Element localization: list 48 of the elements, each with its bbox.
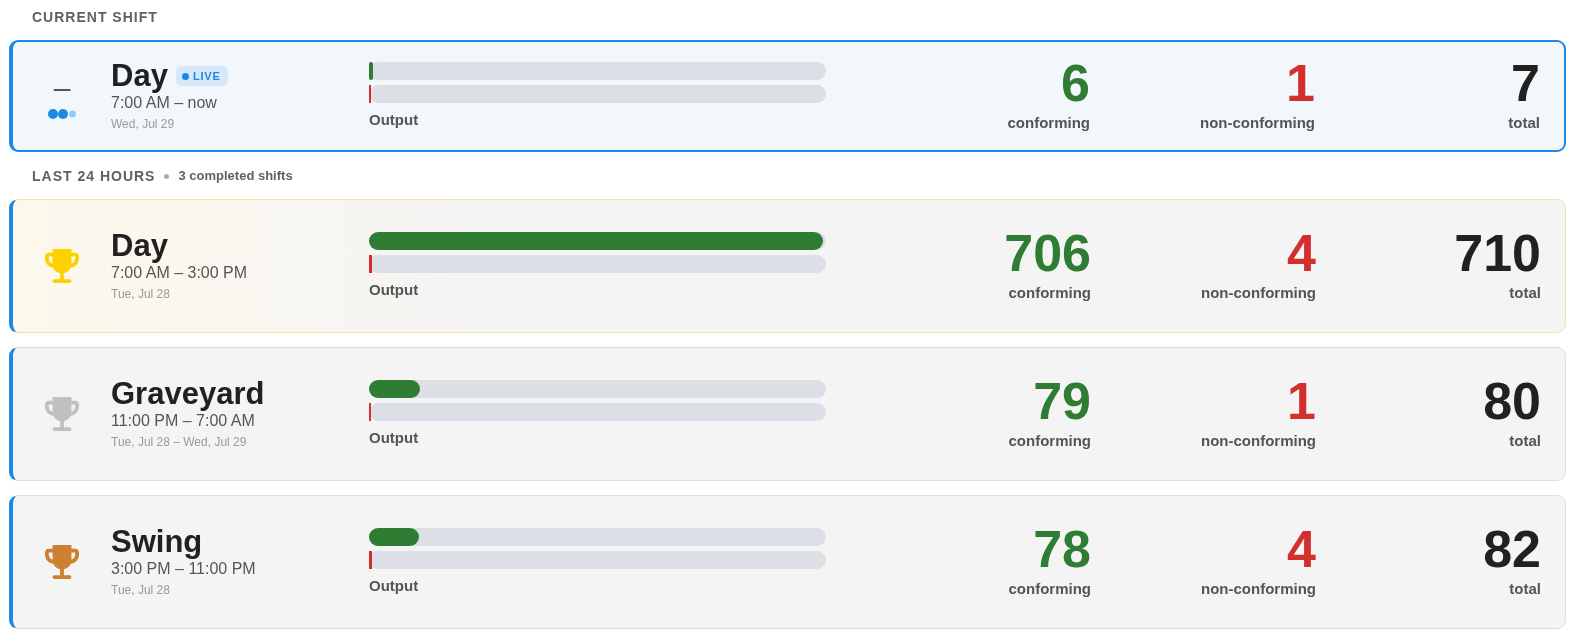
stat-label: conforming: [1007, 431, 1091, 451]
separator-dot-icon: [164, 173, 170, 179]
stat-label: non-conforming: [1199, 113, 1315, 133]
shift-date: Tue, Jul 28: [111, 286, 171, 303]
shift-date: Tue, Jul 28: [111, 582, 171, 599]
stat-label: total: [1508, 431, 1541, 451]
live-badge: LIVE: [175, 66, 228, 86]
shift-time: 7:00 AM – 3:00 PM: [111, 263, 249, 283]
stat-value: 80: [1482, 377, 1541, 425]
section-subtitle: 3 completed shifts: [178, 167, 293, 185]
stat-label: conforming: [1007, 579, 1091, 599]
shift-time: 3:00 PM – 11:00 PM: [111, 559, 257, 579]
shift-date: Tue, Jul 28 – Wed, Jul 29: [111, 434, 248, 451]
shift-time: 7:00 AM – now: [111, 93, 218, 113]
stat-value: 7: [1510, 59, 1540, 107]
shift-name: Day: [111, 229, 168, 263]
stat-label: total: [1508, 283, 1541, 303]
stat-value: 1: [1286, 377, 1316, 425]
stat-value: 82: [1482, 525, 1541, 573]
stat-value: 78: [1032, 525, 1091, 573]
stat-label: conforming: [1007, 283, 1091, 303]
rank-text: –: [53, 73, 71, 103]
bars-label: Output: [369, 280, 420, 300]
dots-icon: [48, 109, 76, 119]
stat-value: 6: [1060, 59, 1090, 107]
section-title: CURRENT SHIFT: [32, 8, 158, 27]
stat-value: 4: [1286, 525, 1316, 573]
live-dot-icon: [181, 72, 189, 80]
bars-label: Output: [369, 576, 420, 596]
bars-label: Output: [369, 428, 420, 448]
stat-label: total: [1508, 579, 1541, 599]
stat-value: 79: [1032, 377, 1091, 425]
shift-date: Wed, Jul 29: [111, 116, 176, 133]
stat-label: non-conforming: [1200, 283, 1316, 303]
stat-label: conforming: [1006, 113, 1090, 133]
section-title: LAST 24 HOURS: [32, 167, 156, 186]
shift-name: Graveyard: [111, 377, 265, 411]
stat-value: 710: [1453, 229, 1541, 277]
stat-value: 1: [1285, 59, 1315, 107]
stat-label: non-conforming: [1200, 579, 1316, 599]
stat-label: non-conforming: [1200, 431, 1316, 451]
stat-value: 4: [1286, 229, 1316, 277]
stat-label: total: [1507, 113, 1540, 133]
shift-name: Swing: [111, 525, 203, 559]
bars-label: Output: [369, 110, 420, 130]
stat-value: 706: [1003, 229, 1091, 277]
shift-time: 11:00 PM – 7:00 AM: [111, 411, 256, 431]
shift-name: Day: [111, 59, 168, 93]
